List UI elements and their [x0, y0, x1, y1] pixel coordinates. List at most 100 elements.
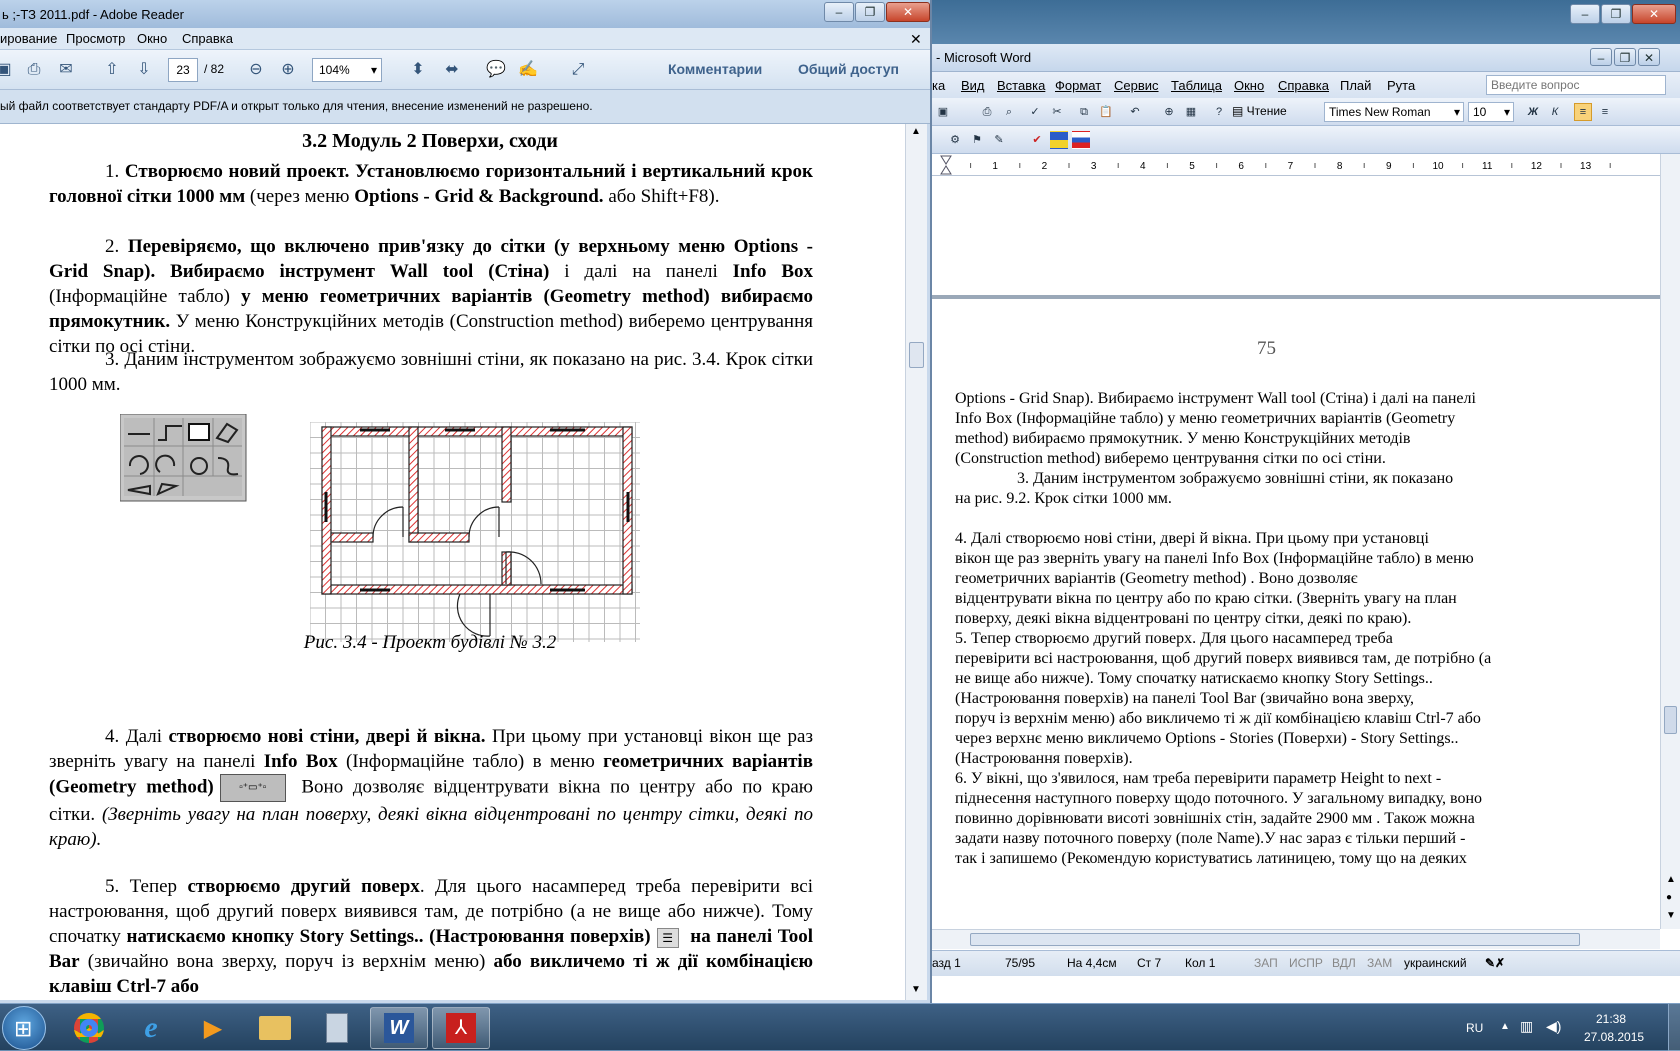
zoom-select[interactable]: 104% ▾ — [312, 58, 382, 82]
macro-icon[interactable]: ✎ — [990, 131, 1008, 149]
taskbar-chrome[interactable] — [60, 1007, 118, 1049]
spellcheck-status-icon[interactable]: ✎✗ — [1485, 956, 1505, 970]
word-menu-tools[interactable]: Сервис — [1114, 78, 1159, 93]
font-size-select[interactable]: 10 ▾ — [1468, 102, 1514, 122]
reading-mode-button[interactable]: ▤ Чтение — [1232, 104, 1287, 118]
reader-minimize-button[interactable]: – — [824, 2, 854, 22]
italic-button[interactable]: К — [1546, 103, 1564, 121]
taskbar-word[interactable]: W — [370, 1007, 428, 1049]
volume-icon[interactable]: ◀) — [1546, 1018, 1561, 1035]
close-document-icon[interactable]: ✕ — [910, 31, 922, 48]
help-icon[interactable]: ? — [1210, 103, 1228, 121]
word-menu-help[interactable]: Справка — [1278, 78, 1329, 93]
bold-button[interactable]: Ж — [1524, 103, 1542, 121]
spelling-icon[interactable]: ✓ — [1026, 103, 1044, 121]
clock-time[interactable]: 21:38 — [1596, 1012, 1626, 1026]
sign-icon[interactable]: ✍ — [516, 59, 540, 81]
ukraine-flag-icon[interactable] — [1050, 131, 1068, 149]
zoom-out-icon[interactable]: ⊖ — [244, 59, 268, 81]
status-language[interactable]: украинский — [1404, 956, 1467, 970]
reader-restore-button[interactable]: ❐ — [855, 2, 885, 22]
align-center-button[interactable]: ≡ — [1596, 103, 1614, 121]
save-icon[interactable]: ▣ — [934, 103, 952, 121]
align-left-button[interactable]: ≡ — [1574, 103, 1592, 121]
save-icon[interactable]: ▣ — [0, 59, 16, 81]
word-menu-window[interactable]: Окно — [1234, 78, 1264, 93]
scroll-up-icon[interactable]: ▲ — [911, 126, 921, 137]
word-menu-table[interactable]: Таблица — [1171, 78, 1222, 93]
fit-width-icon[interactable]: ⬌ — [440, 59, 464, 81]
scroll-thumb[interactable] — [970, 933, 1580, 946]
status-extend[interactable]: ВДЛ — [1332, 956, 1356, 970]
network-icon[interactable]: ▥ — [1520, 1018, 1533, 1035]
reader-vertical-scrollbar[interactable]: ▲ ▼ — [905, 124, 927, 1000]
status-rec[interactable]: ЗАП — [1254, 956, 1278, 970]
word-text-line: задати назву поточного поверху (поле Nam… — [955, 830, 1466, 847]
word-vertical-scrollbar[interactable]: ▲ ● ▼ — [1660, 154, 1680, 929]
scroll-thumb[interactable] — [1664, 706, 1677, 734]
word-menu-insert[interactable]: Вставка — [997, 78, 1045, 93]
next-page-icon[interactable]: ⇩ — [132, 59, 156, 81]
zoom-in-icon[interactable]: ⊕ — [276, 59, 300, 81]
show-desktop-button[interactable] — [1668, 1004, 1680, 1051]
text-run-italic: (Зверніть увагу на план поверху, деякі в… — [49, 804, 813, 850]
paste-icon[interactable]: 📋 — [1097, 103, 1115, 121]
word-menu-item[interactable]: ка — [932, 78, 945, 93]
reader-menu-window[interactable]: Окно — [137, 31, 167, 46]
research-icon[interactable]: ✂ — [1048, 103, 1066, 121]
word-outer-close-button[interactable]: ✕ — [1632, 4, 1676, 24]
word-outer-restore-button[interactable]: ❐ — [1601, 4, 1631, 24]
clock-date[interactable]: 27.08.2015 — [1584, 1030, 1644, 1044]
undo-icon[interactable]: ↶ — [1126, 103, 1144, 121]
browse-object-icon[interactable]: ● — [1666, 892, 1672, 903]
start-button[interactable]: ⊞ — [2, 1006, 46, 1050]
page-number-input[interactable] — [168, 58, 198, 82]
status-overtype[interactable]: ЗАМ — [1367, 956, 1392, 970]
email-icon[interactable]: ✉ — [54, 59, 78, 81]
word-outer-minimize-button[interactable]: – — [1570, 4, 1600, 24]
status-track[interactable]: ИСПР — [1289, 956, 1323, 970]
table-icon[interactable]: ▦ — [1182, 103, 1200, 121]
word-close-button[interactable]: ✕ — [1638, 48, 1660, 66]
copy-icon[interactable]: ⧉ — [1075, 103, 1093, 121]
print-icon[interactable]: ⎙ — [22, 59, 46, 81]
scroll-thumb[interactable] — [909, 342, 924, 368]
font-name-select[interactable]: Times New Roman ▾ — [1324, 102, 1464, 122]
fit-page-icon[interactable]: ⬍ — [406, 59, 430, 81]
word-horizontal-scrollbar[interactable] — [930, 929, 1660, 949]
macro-icon[interactable]: ⚙ — [946, 131, 964, 149]
reader-menu-edit[interactable]: ирование — [0, 31, 57, 46]
indent-marker-icon[interactable] — [940, 155, 952, 175]
comment-icon[interactable]: 💬 — [484, 59, 508, 81]
taskbar-explorer[interactable] — [246, 1007, 304, 1049]
check-icon[interactable]: ✔ — [1028, 131, 1046, 149]
macro-icon[interactable]: ⚑ — [968, 131, 986, 149]
word-menu-format[interactable]: Формат — [1055, 78, 1101, 93]
word-menu-play[interactable]: Плай — [1340, 78, 1371, 93]
browse-prev-icon[interactable]: ▲ — [1666, 874, 1676, 885]
comments-tab[interactable]: Комментарии — [668, 61, 762, 77]
share-tab[interactable]: Общий доступ — [798, 61, 899, 77]
reader-close-button[interactable]: ✕ — [886, 2, 930, 22]
input-language[interactable]: RU — [1466, 1021, 1483, 1035]
tray-expand-icon[interactable]: ▲ — [1500, 1021, 1510, 1032]
taskbar-adobe-reader[interactable]: ⅄ — [432, 1007, 490, 1049]
word-help-search-input[interactable] — [1486, 75, 1666, 95]
taskbar-ie[interactable]: e — [122, 1007, 180, 1049]
taskbar-calculator[interactable] — [308, 1007, 366, 1049]
scroll-down-icon[interactable]: ▼ — [911, 984, 921, 995]
word-minimize-button[interactable]: – — [1590, 48, 1612, 66]
word-restore-button[interactable]: ❐ — [1614, 48, 1636, 66]
print-icon[interactable]: ⎙ — [978, 103, 996, 121]
taskbar-media-player[interactable]: ▶ — [184, 1007, 242, 1049]
hyperlink-icon[interactable]: ⊕ — [1160, 103, 1178, 121]
russia-flag-icon[interactable] — [1072, 131, 1090, 149]
print-preview-icon[interactable]: ⌕ — [1000, 103, 1018, 121]
word-menu-ruta[interactable]: Рута — [1387, 78, 1415, 93]
previous-page-icon[interactable]: ⇧ — [100, 59, 124, 81]
reader-menu-view[interactable]: Просмотр — [66, 31, 125, 46]
reader-menu-help[interactable]: Справка — [182, 31, 233, 46]
word-menu-view[interactable]: Вид — [961, 78, 985, 93]
browse-next-icon[interactable]: ▼ — [1666, 910, 1676, 921]
expand-icon[interactable]: ⤢ — [566, 59, 590, 81]
